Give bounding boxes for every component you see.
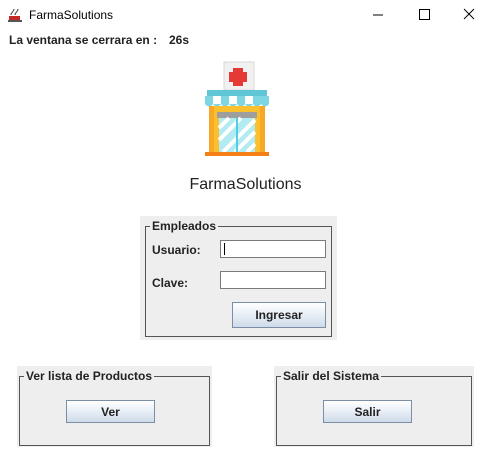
countdown-value: 26s <box>169 33 190 47</box>
exit-legend: Salir del Sistema <box>281 369 382 383</box>
text-caret <box>224 243 225 255</box>
password-input[interactable] <box>220 271 326 289</box>
user-input[interactable] <box>220 240 326 258</box>
minimize-icon[interactable] <box>355 0 401 30</box>
exit-panel: Salir del Sistema Salir <box>274 366 474 447</box>
app-name: FarmaSolutions <box>189 176 302 193</box>
login-legend: Empleados <box>150 219 219 233</box>
exit-button[interactable]: Salir <box>323 400 412 423</box>
window-title: FarmaSolutions <box>29 8 114 22</box>
countdown-label: La ventana se cerrara en : <box>9 33 158 47</box>
login-button[interactable]: Ingresar <box>232 302 326 328</box>
maximize-icon[interactable] <box>401 0 447 30</box>
products-panel: Ver lista de Productos Ver <box>17 366 212 447</box>
password-label: Clave: <box>152 276 189 290</box>
user-label: Usuario: <box>152 243 201 257</box>
title-bar[interactable]: FarmaSolutions <box>0 0 491 30</box>
view-products-button[interactable]: Ver <box>66 400 155 423</box>
pharmacy-store-icon <box>205 61 269 156</box>
products-legend: Ver lista de Productos <box>24 369 155 383</box>
login-panel: Empleados Usuario: Clave: Ingresar <box>140 216 337 340</box>
coffee-cup-icon <box>8 8 22 22</box>
app-window: FarmaSolutions La ventana se cerrara en … <box>0 0 491 469</box>
close-icon[interactable] <box>446 0 491 30</box>
